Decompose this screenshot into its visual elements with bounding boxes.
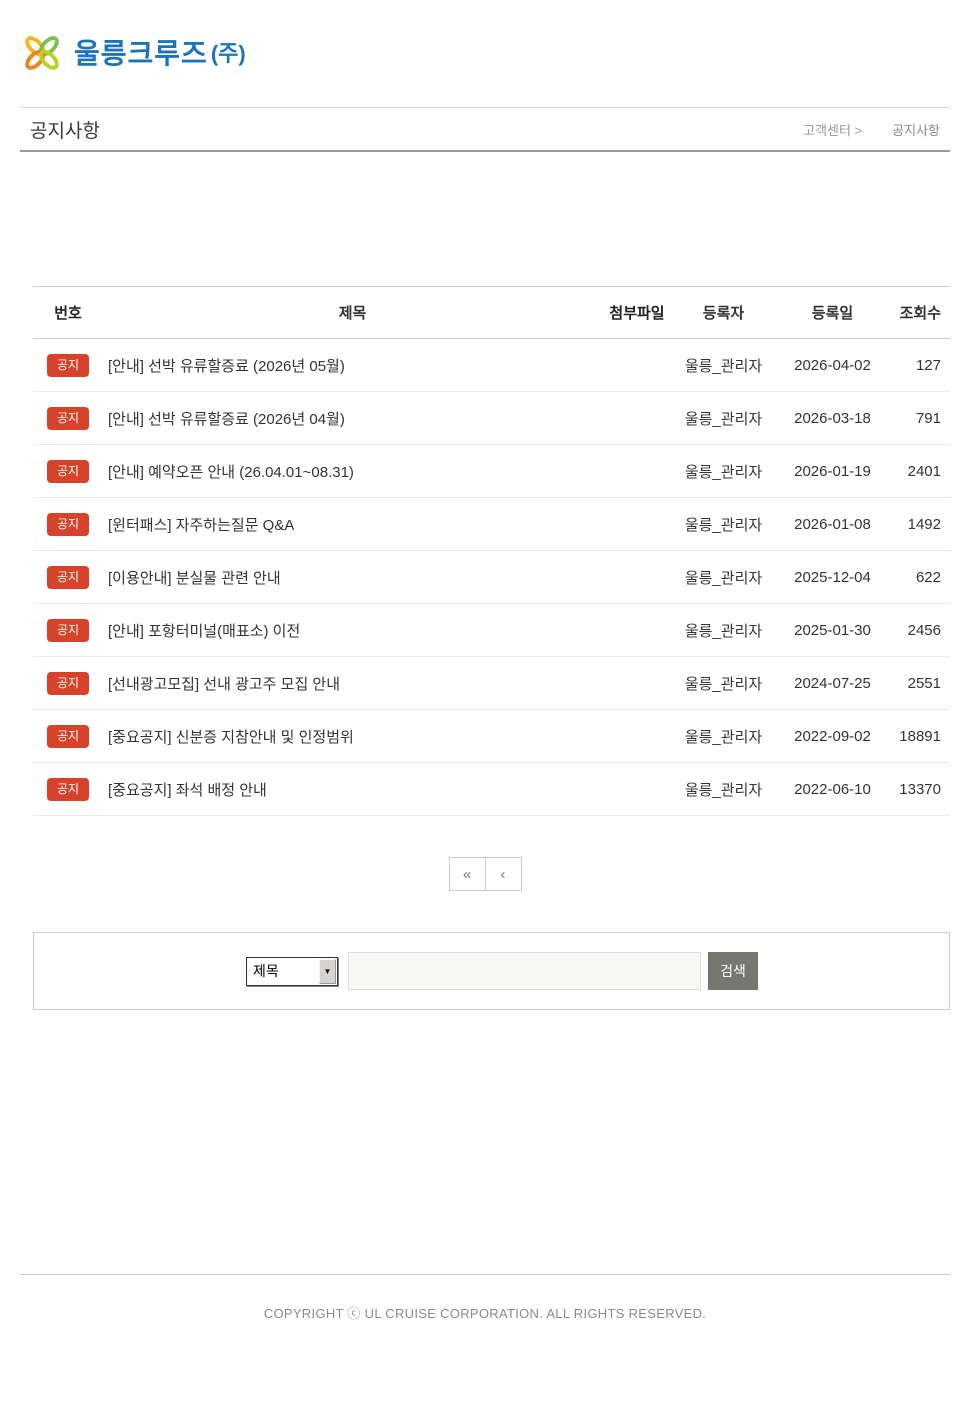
- notice-badge: 공지: [47, 513, 89, 536]
- company-name: 울릉크루즈: [74, 32, 208, 72]
- search-panel: 제목 ▼ 검색: [33, 932, 950, 1010]
- notice-number-cell: 공지: [33, 725, 103, 748]
- views-cell: 2551: [890, 675, 950, 692]
- views-cell: 2401: [890, 463, 950, 480]
- notice-title-link[interactable]: [선내광고모집] 선내 광고주 모집 안내: [103, 673, 602, 694]
- page-footer: COPYRIGHT ⓒ UL CRUISE CORPORATION. ALL R…: [20, 1274, 950, 1322]
- notice-number-cell: 공지: [33, 407, 103, 430]
- notice-number-cell: 공지: [33, 566, 103, 589]
- pagination-first-button[interactable]: «: [449, 857, 486, 891]
- notice-title-link[interactable]: [안내] 선박 유류할증료 (2026년 04월): [103, 408, 602, 429]
- views-cell: 622: [890, 569, 950, 586]
- notice-badge: 공지: [47, 778, 89, 801]
- header-author: 등록자: [672, 302, 775, 323]
- table-row[interactable]: 공지 [이용안내] 분실물 관련 안내 울릉_관리자 2025-12-04 62…: [33, 551, 950, 604]
- notice-badge: 공지: [47, 619, 89, 642]
- notice-badge: 공지: [47, 566, 89, 589]
- author-cell: 울릉_관리자: [672, 620, 775, 641]
- pagination-prev-button[interactable]: ‹: [485, 857, 522, 891]
- breadcrumb-parent[interactable]: 고객센터 >: [803, 120, 862, 139]
- table-row[interactable]: 공지 [안내] 선박 유류할증료 (2026년 05월) 울릉_관리자 2026…: [33, 339, 950, 392]
- date-cell: 2024-07-25: [775, 675, 890, 692]
- breadcrumb-current[interactable]: 공지사항: [892, 120, 940, 139]
- table-body: 공지 [안내] 선박 유류할증료 (2026년 05월) 울릉_관리자 2026…: [33, 339, 950, 816]
- author-cell: 울릉_관리자: [672, 355, 775, 376]
- notice-number-cell: 공지: [33, 619, 103, 642]
- date-cell: 2025-01-30: [775, 622, 890, 639]
- notice-number-cell: 공지: [33, 460, 103, 483]
- author-cell: 울릉_관리자: [672, 567, 775, 588]
- site-header: 울릉크루즈 (주): [0, 0, 970, 107]
- date-cell: 2026-04-02: [775, 357, 890, 374]
- author-cell: 울릉_관리자: [672, 514, 775, 535]
- notice-title-link[interactable]: [윈터패스] 자주하는질문 Q&A: [103, 514, 602, 535]
- views-cell: 1492: [890, 516, 950, 533]
- notice-title-link[interactable]: [이용안내] 분실물 관련 안내: [103, 567, 602, 588]
- notice-title-link[interactable]: [중요공지] 좌석 배정 안내: [103, 779, 602, 800]
- table-row[interactable]: 공지 [안내] 예약오픈 안내 (26.04.01~08.31) 울릉_관리자 …: [33, 445, 950, 498]
- views-cell: 2456: [890, 622, 950, 639]
- date-cell: 2026-03-18: [775, 410, 890, 427]
- views-cell: 127: [890, 357, 950, 374]
- date-cell: 2022-06-10: [775, 781, 890, 798]
- author-cell: 울릉_관리자: [672, 673, 775, 694]
- notice-badge: 공지: [47, 407, 89, 430]
- notice-table: 번호 제목 첨부파일 등록자 등록일 조회수 공지 [안내] 선박 유류할증료 …: [33, 286, 950, 816]
- date-cell: 2026-01-19: [775, 463, 890, 480]
- author-cell: 울릉_관리자: [672, 461, 775, 482]
- site-logo[interactable]: 울릉크루즈 (주): [18, 26, 246, 78]
- table-row[interactable]: 공지 [안내] 선박 유류할증료 (2026년 04월) 울릉_관리자 2026…: [33, 392, 950, 445]
- author-cell: 울릉_관리자: [672, 779, 775, 800]
- table-row[interactable]: 공지 [중요공지] 신분증 지참안내 및 인정범위 울릉_관리자 2022-09…: [33, 710, 950, 763]
- date-cell: 2022-09-02: [775, 728, 890, 745]
- table-row[interactable]: 공지 [안내] 포항터미널(매표소) 이전 울릉_관리자 2025-01-30 …: [33, 604, 950, 657]
- author-cell: 울릉_관리자: [672, 408, 775, 429]
- notice-number-cell: 공지: [33, 513, 103, 536]
- notice-badge: 공지: [47, 354, 89, 377]
- search-field-select[interactable]: 제목 ▼: [246, 957, 338, 986]
- notice-badge: 공지: [47, 460, 89, 483]
- notice-title-link[interactable]: [중요공지] 신분증 지참안내 및 인정범위: [103, 726, 602, 747]
- table-row[interactable]: 공지 [중요공지] 좌석 배정 안내 울릉_관리자 2022-06-10 133…: [33, 763, 950, 816]
- copyright-text: COPYRIGHT ⓒ UL CRUISE CORPORATION. ALL R…: [20, 1303, 950, 1322]
- header-attachment: 첨부파일: [602, 302, 672, 323]
- author-cell: 울릉_관리자: [672, 726, 775, 747]
- table-row[interactable]: 공지 [윈터패스] 자주하는질문 Q&A 울릉_관리자 2026-01-08 1…: [33, 498, 950, 551]
- search-field-selected: 제목: [253, 961, 279, 981]
- search-input[interactable]: [348, 952, 701, 990]
- notice-number-cell: 공지: [33, 778, 103, 801]
- date-cell: 2026-01-08: [775, 516, 890, 533]
- notice-title-link[interactable]: [안내] 선박 유류할증료 (2026년 05월): [103, 355, 602, 376]
- views-cell: 18891: [890, 728, 950, 745]
- pagination: « ‹: [0, 857, 970, 891]
- header-date: 등록일: [775, 302, 890, 323]
- table-header-row: 번호 제목 첨부파일 등록자 등록일 조회수: [33, 286, 950, 339]
- notice-title-link[interactable]: [안내] 예약오픈 안내 (26.04.01~08.31): [103, 461, 602, 482]
- pinwheel-flower-icon: [18, 26, 66, 78]
- search-button[interactable]: 검색: [708, 952, 758, 990]
- notice-number-cell: 공지: [33, 354, 103, 377]
- views-cell: 13370: [890, 781, 950, 798]
- date-cell: 2025-12-04: [775, 569, 890, 586]
- chevron-down-icon[interactable]: ▼: [319, 959, 336, 984]
- header-no: 번호: [33, 302, 103, 323]
- notice-badge: 공지: [47, 725, 89, 748]
- header-views: 조회수: [890, 302, 950, 323]
- notice-title-link[interactable]: [안내] 포항터미널(매표소) 이전: [103, 620, 602, 641]
- page-titlebar: 공지사항 고객센터 > 공지사항: [20, 107, 950, 152]
- company-suffix: (주): [211, 36, 246, 68]
- views-cell: 791: [890, 410, 950, 427]
- notice-number-cell: 공지: [33, 672, 103, 695]
- page-title: 공지사항: [30, 116, 100, 143]
- header-title: 제목: [103, 302, 602, 323]
- notice-badge: 공지: [47, 672, 89, 695]
- table-row[interactable]: 공지 [선내광고모집] 선내 광고주 모집 안내 울릉_관리자 2024-07-…: [33, 657, 950, 710]
- breadcrumb: 고객센터 > 공지사항: [803, 120, 940, 139]
